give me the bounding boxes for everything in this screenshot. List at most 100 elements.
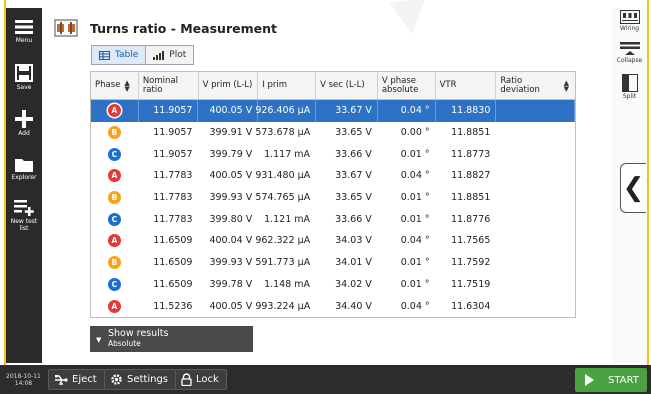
column-label: VTR xyxy=(439,80,457,90)
menu-icon xyxy=(15,19,33,34)
column-label: Phase xyxy=(95,80,121,90)
nominal-ratio-cell: 11.5236 xyxy=(153,300,193,312)
v-phase-cell: 0.01 ° xyxy=(400,278,430,290)
v-sec-cell: 34.02 V xyxy=(335,278,372,290)
explorer-button[interactable]: Explorer xyxy=(6,146,42,192)
vtr-cell: 11.7519 xyxy=(451,278,491,290)
split-icon xyxy=(621,74,638,92)
nominal-ratio-cell: 11.9057 xyxy=(153,148,193,160)
column-header-vtr[interactable]: VTR xyxy=(436,72,497,99)
phase-badge: C xyxy=(107,277,121,291)
table-header: Phase ▲ ▼ Nominal ratio V prim (L-L) I pri… xyxy=(91,72,575,100)
column-label: Ratio deviation xyxy=(500,75,540,95)
v-sec-cell: 34.40 V xyxy=(335,300,372,312)
collapse-button[interactable]: Collapse xyxy=(612,40,647,72)
date-time: 2018-10-11 14:08 xyxy=(6,373,41,387)
phase-cell: A xyxy=(91,165,139,187)
ratio-deviation-cell xyxy=(496,143,575,165)
tab-plot[interactable]: Plot xyxy=(146,45,195,65)
add-button[interactable]: Add xyxy=(6,100,42,146)
gear-icon xyxy=(111,374,122,385)
folder-icon xyxy=(15,159,33,172)
vtr-cell: 11.8851 xyxy=(451,192,491,204)
v-sec-cell: 33.66 V xyxy=(335,213,372,225)
menu-label: Menu xyxy=(15,36,33,44)
column-header-v-sec[interactable]: V sec (L-L) xyxy=(316,72,378,99)
column-header-v-phase[interactable]: V phase absolute xyxy=(378,72,436,99)
column-header-ratio-deviation[interactable]: Ratio deviation ▲ ▼ xyxy=(496,72,575,99)
lock-button[interactable]: Lock xyxy=(175,369,227,390)
show-results-mode: Absolute xyxy=(108,339,141,348)
add-label: Add xyxy=(18,129,30,137)
table-row[interactable]: A 11.9057 400.05 V 926.406 µA 33.67 V 0.04 ° 1… xyxy=(91,100,575,122)
save-button[interactable]: Save xyxy=(6,54,42,100)
v-prim-cell: 400.04 V xyxy=(209,235,253,247)
collapse-icon xyxy=(619,42,640,55)
phase-badge: B xyxy=(107,126,121,140)
settings-button[interactable]: Settings xyxy=(104,369,177,390)
caret-down-icon: ▼ xyxy=(96,336,102,344)
wiring-icon xyxy=(619,10,640,24)
i-prim-cell: 1.148 mA xyxy=(264,278,311,290)
v-sec-cell: 33.65 V xyxy=(335,127,372,139)
ratio-deviation-cell xyxy=(496,122,575,144)
column-header-v-prim[interactable]: V prim (L-L) xyxy=(199,72,259,99)
table-row[interactable]: B 11.6509 399.93 V 591.773 µA 34.01 V 0.01 ° 1… xyxy=(91,251,575,274)
column-label: V sec (L-L) xyxy=(320,80,365,90)
table-icon xyxy=(99,50,110,60)
column-header-nominal-ratio[interactable]: Nominal ratio xyxy=(139,72,199,99)
table-row[interactable]: C 11.9057 399.79 V 1.117 mA 33.66 V 0.01 ° 11.… xyxy=(91,143,575,166)
chevron-left-icon: ❮ xyxy=(622,173,645,203)
v-prim-cell: 400.05 V xyxy=(198,100,259,122)
start-button[interactable]: START xyxy=(575,368,647,392)
tab-table[interactable]: Table xyxy=(91,45,147,65)
v-prim-cell: 399.80 V xyxy=(209,213,253,225)
nominal-ratio-cell: 11.9057 xyxy=(153,127,193,139)
table-row[interactable]: A 11.6509 400.04 V 962.322 µA 34.03 V 0.04 ° 1… xyxy=(91,230,575,252)
nominal-ratio-cell: 11.6509 xyxy=(153,235,193,247)
show-results-label: Show results xyxy=(108,328,169,339)
show-results-toggle[interactable]: ▼ Show results Absolute xyxy=(90,326,253,352)
v-phase-cell: 0.04 ° xyxy=(378,100,436,122)
phase-badge: A xyxy=(107,234,121,248)
phase-cell: A xyxy=(91,100,139,122)
table-row[interactable]: A 11.5236 400.05 V 993.224 µA 34.40 V 0.04 ° 1… xyxy=(91,295,575,317)
v-sec-cell: 33.65 V xyxy=(335,192,372,204)
v-prim-cell: 400.05 V xyxy=(209,300,253,312)
ratio-deviation-cell xyxy=(496,252,575,274)
plot-icon xyxy=(153,50,165,60)
transformer-icon xyxy=(54,19,78,37)
phase-badge: B xyxy=(107,191,121,205)
nominal-ratio-cell: 11.7783 xyxy=(153,192,193,204)
v-phase-cell: 0.04 ° xyxy=(400,300,430,312)
table-row[interactable]: C 11.7783 399.80 V 1.121 mA 33.66 V 0.01 ° 11.… xyxy=(91,208,575,231)
v-phase-cell: 0.01 ° xyxy=(400,213,430,225)
phase-badge: C xyxy=(107,147,121,161)
expand-panel-button[interactable]: ❮ xyxy=(620,163,646,213)
phase-cell: B xyxy=(91,122,139,144)
table-row[interactable]: B 11.9057 399.91 V 573.678 µA 33.65 V 0.00 ° 1… xyxy=(91,121,575,144)
new-test-list-button[interactable]: New test list xyxy=(6,192,42,238)
menu-button[interactable]: Menu xyxy=(6,8,42,54)
i-prim-cell: 926.406 µA xyxy=(255,100,317,122)
v-phase-cell: 0.01 ° xyxy=(400,257,430,269)
v-sec-cell: 33.67 V xyxy=(335,170,372,182)
eject-button[interactable]: Eject xyxy=(48,369,105,390)
phase-badge: A xyxy=(107,169,121,183)
column-header-phase[interactable]: Phase ▲ ▼ xyxy=(91,72,139,99)
table-row[interactable]: C 11.6509 399.78 V 1.148 mA 34.02 V 0.01 ° 11.… xyxy=(91,273,575,296)
bottom-bar: 2018-10-11 14:08 Eject Settings Lock xyxy=(0,365,651,394)
v-sec-cell: 33.67 V xyxy=(316,100,378,122)
ratio-deviation-cell xyxy=(496,100,575,122)
column-header-i-prim[interactable]: I prim xyxy=(258,72,317,99)
split-button[interactable]: Split xyxy=(612,72,647,104)
table-row[interactable]: A 11.7783 400.05 V 931.480 µA 33.67 V 0.04 ° 1… xyxy=(91,165,575,187)
vtr-cell: 11.7592 xyxy=(451,257,491,269)
left-sidebar: Menu Save Add Explorer New test list xyxy=(6,8,42,363)
ratio-deviation-cell xyxy=(496,165,575,187)
i-prim-cell: 591.773 µA xyxy=(255,257,311,269)
v-prim-cell: 400.05 V xyxy=(209,170,253,182)
table-row[interactable]: B 11.7783 399.93 V 574.765 µA 33.65 V 0.01 ° 1… xyxy=(91,186,575,209)
v-prim-cell: 399.78 V xyxy=(209,278,253,290)
wiring-button[interactable]: Wiring xyxy=(612,8,647,40)
